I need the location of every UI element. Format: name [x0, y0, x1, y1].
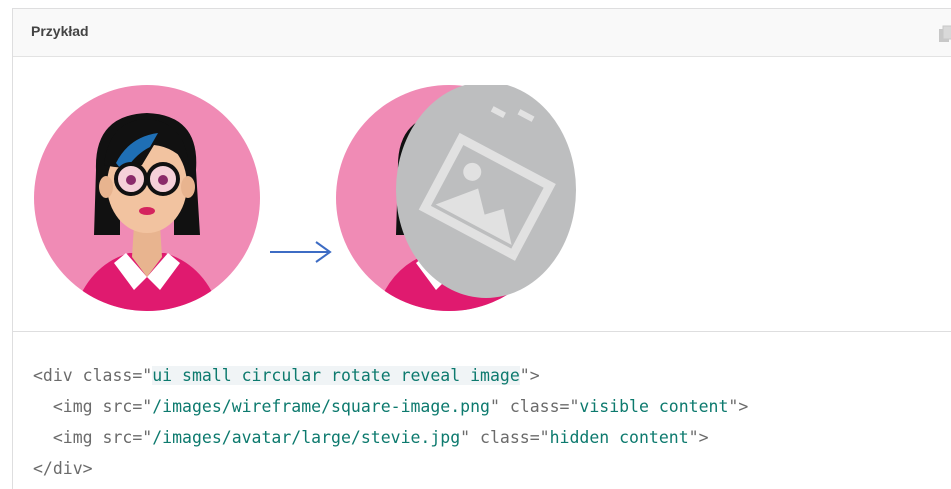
example-panel: Przykład <div class="ui small circular r…	[12, 8, 951, 489]
demo-area	[13, 57, 951, 332]
code-line-4: </div>	[33, 459, 93, 478]
code-line-1: <div class="ui small circular rotate rev…	[33, 366, 540, 385]
example-title: Przykład	[31, 23, 89, 39]
arrow-right-icon	[268, 237, 338, 267]
copy-icon[interactable]	[938, 25, 951, 43]
code-line-3: <img src="/images/avatar/large/stevie.jp…	[52, 428, 709, 447]
code-line-2: <img src="/images/wireframe/square-image…	[52, 397, 749, 416]
wireframe-image-placeholder	[396, 82, 576, 298]
example-header: Przykład	[13, 9, 951, 57]
rotate-reveal-image[interactable]	[336, 82, 576, 311]
code-block: <div class="ui small circular rotate rev…	[13, 332, 951, 489]
avatar-image	[34, 85, 260, 311]
